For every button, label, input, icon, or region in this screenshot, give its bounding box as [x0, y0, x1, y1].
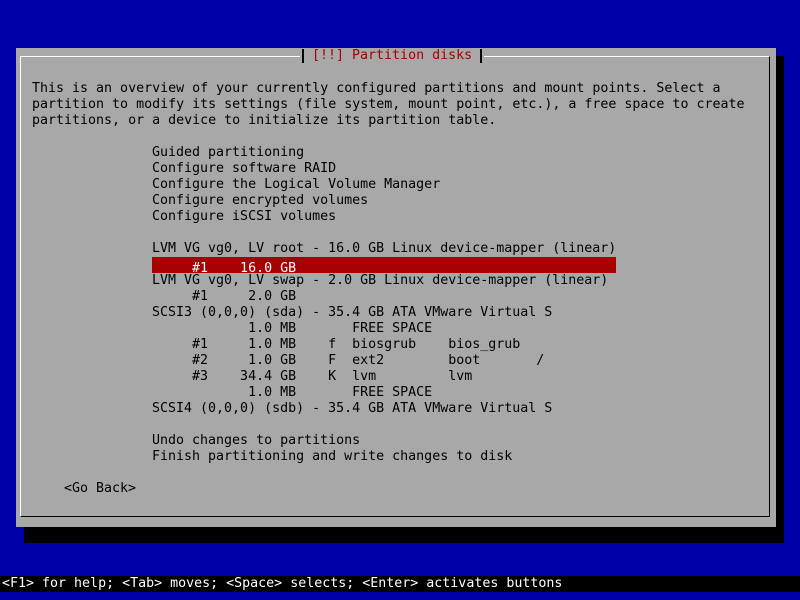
installer-screen: [!!] Partition disks This is an overview…: [0, 0, 800, 600]
menu-configure-encrypted[interactable]: Configure encrypted volumes: [152, 193, 368, 209]
menu-sdb-device[interactable]: SCSI4 (0,0,0) (sdb) - 35.4 GB ATA VMware…: [152, 401, 552, 417]
menu-guided-partitioning[interactable]: Guided partitioning: [152, 145, 304, 161]
dialog-title-bar: [!!] Partition disks: [300, 48, 485, 64]
menu-undo-changes[interactable]: Undo changes to partitions: [152, 433, 360, 449]
menu-sda-partition-3[interactable]: #3 34.4 GB K lvm lvm: [152, 369, 472, 385]
dialog-title: [!!] Partition disks: [312, 48, 473, 63]
menu-lvm-root-device[interactable]: LVM VG vg0, LV root - 16.0 GB Linux devi…: [152, 241, 616, 257]
menu-lvm-swap-partition[interactable]: #1 2.0 GB: [152, 289, 296, 305]
menu-sda-partition-2[interactable]: #2 1.0 GB F ext2 boot /: [152, 353, 544, 369]
intro-line-3: partitions, or a device to initialize it…: [32, 113, 497, 128]
menu-configure-lvm[interactable]: Configure the Logical Volume Manager: [152, 177, 440, 193]
title-right-tick: [480, 49, 483, 63]
menu-finish-partitioning[interactable]: Finish partitioning and write changes to…: [152, 449, 512, 465]
menu-sda-partition-1[interactable]: #1 1.0 MB f biosgrub bios_grub: [152, 337, 520, 353]
menu-lvm-root-partition-selected[interactable]: #1 16.0 GB: [152, 257, 616, 276]
menu-sda-free-space-2[interactable]: 1.0 MB FREE SPACE: [152, 385, 432, 401]
menu-sda-free-space-1[interactable]: 1.0 MB FREE SPACE: [152, 321, 432, 337]
menu-configure-raid[interactable]: Configure software RAID: [152, 161, 336, 177]
intro-line-1: This is an overview of your currently co…: [32, 81, 721, 96]
intro-line-2: partition to modify its settings (file s…: [32, 97, 745, 112]
partition-dialog: [!!] Partition disks This is an overview…: [16, 48, 776, 527]
menu-lvm-swap-device[interactable]: LVM VG vg0, LV swap - 2.0 GB Linux devic…: [152, 273, 608, 289]
menu-sda-device[interactable]: SCSI3 (0,0,0) (sda) - 35.4 GB ATA VMware…: [152, 305, 552, 321]
menu-configure-iscsi[interactable]: Configure iSCSI volumes: [152, 209, 336, 225]
help-footer: <F1> for help; <Tab> moves; <Space> sele…: [0, 576, 800, 592]
go-back-button[interactable]: <Go Back>: [64, 481, 136, 497]
